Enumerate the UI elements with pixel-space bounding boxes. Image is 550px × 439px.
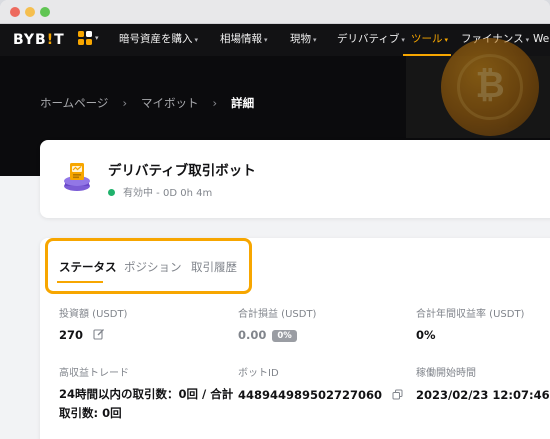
high-freq-label: 高収益トレード <box>59 368 129 379</box>
active-status-dot <box>108 189 115 196</box>
bitcoin-coin-icon: ₿ <box>441 38 539 136</box>
browser-window: BYB!T ▾ 暗号資産を購入 ▾ 相場情報 ▾ 現物 ▾ デリバティブ ▾ ツール ▾ … <box>0 0 550 439</box>
apr-value: 0% <box>416 328 436 342</box>
trade-count-value: 24時間以内の取引数：0回 / 合計取引数: 0回 <box>59 387 234 420</box>
maximize-window-button[interactable] <box>40 7 50 17</box>
pnl-percent-badge: 0% <box>272 330 297 342</box>
copy-icon[interactable] <box>392 389 403 400</box>
chevron-down-icon: ▾ <box>401 36 405 44</box>
close-window-button[interactable] <box>10 7 20 17</box>
bot-status: 有効中 - 0D 0h 4m <box>108 184 212 199</box>
tabs-highlight-box <box>45 238 252 294</box>
total-pnl-row: 0.00 0% <box>238 328 297 342</box>
start-time-label: 稼働開始時間 <box>416 368 476 379</box>
nav-item-derivatives[interactable]: デリバティブ ▾ <box>337 24 405 56</box>
breadcrumb-my-bots[interactable]: マイボット <box>141 96 199 110</box>
bot-status-text: 有効中 - 0D 0h 4m <box>123 188 213 199</box>
bybit-logo[interactable]: BYB!T <box>13 32 65 48</box>
breadcrumb-home[interactable]: ホームページ <box>40 96 108 110</box>
chevron-right-icon: › <box>212 96 218 110</box>
bot-icon <box>64 163 90 191</box>
bot-id-value: 448944989502727060 <box>238 388 383 402</box>
chevron-down-icon: ▾ <box>525 36 530 44</box>
bot-id-row: 448944989502727060 <box>238 388 403 402</box>
minimize-window-button[interactable] <box>25 7 35 17</box>
start-time-value: 2023/02/23 12:07:46 <box>416 388 550 402</box>
breadcrumb: ホームページ › マイボット › 詳細 <box>40 95 254 111</box>
total-pnl-value: 0.00 <box>238 328 267 342</box>
chevron-down-icon: ▾ <box>313 36 317 44</box>
breadcrumb-current: 詳細 <box>231 96 255 110</box>
nav-item-markets[interactable]: 相場情報 ▾ <box>220 24 268 56</box>
window-titlebar <box>0 0 550 24</box>
chevron-down-icon: ▾ <box>95 34 99 42</box>
chevron-down-icon: ▾ <box>444 36 449 44</box>
nav-item-tools[interactable]: ツール ▾ <box>411 24 448 56</box>
chevron-right-icon: › <box>122 96 128 110</box>
investment-value: 270 <box>59 328 84 342</box>
investment-value-row: 270 <box>59 328 105 342</box>
nav-item-web[interactable]: Web <box>533 24 550 56</box>
chevron-down-icon: ▾ <box>194 36 199 44</box>
apps-grid-icon[interactable] <box>78 31 93 46</box>
bot-header-card: デリバティブ取引ボット 有効中 - 0D 0h 4m <box>40 140 550 218</box>
chevron-down-icon: ▾ <box>264 36 268 44</box>
investment-label: 投資額 (USDT) <box>59 309 128 320</box>
bot-id-label: ボットID <box>238 368 279 379</box>
bot-title: デリバティブ取引ボット <box>108 163 256 179</box>
nav-item-spot[interactable]: 現物 ▾ <box>290 24 317 56</box>
apr-label: 合計年間収益率 (USDT) <box>416 309 525 320</box>
total-pnl-label: 合計損益 (USDT) <box>238 309 317 320</box>
edit-icon[interactable] <box>93 328 105 340</box>
nav-item-buy-crypto[interactable]: 暗号資産を購入 ▾ <box>119 24 198 56</box>
